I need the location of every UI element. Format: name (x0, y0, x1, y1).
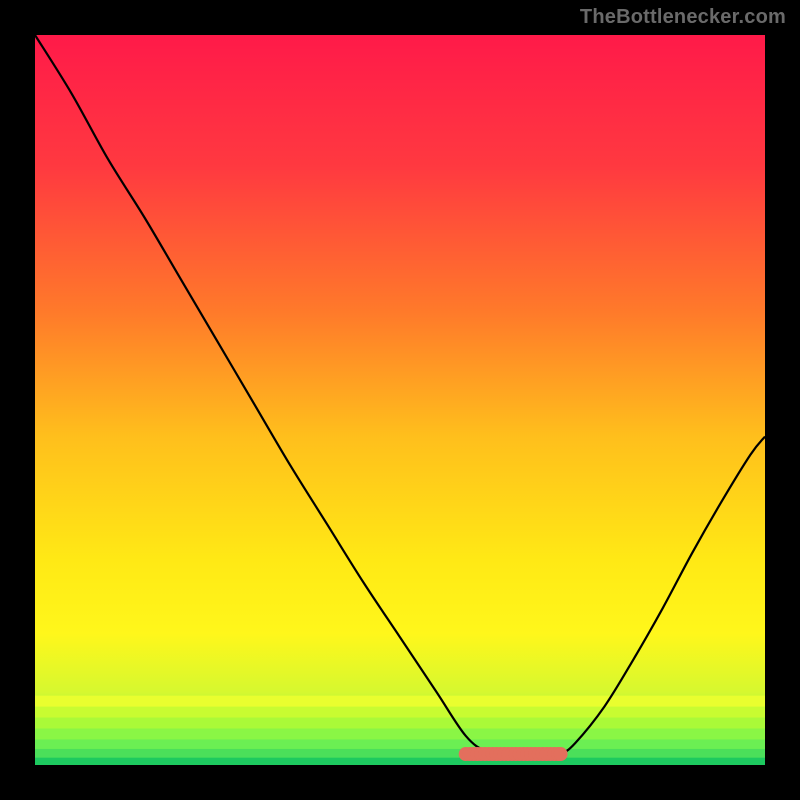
chart-svg (0, 0, 800, 800)
green-stripes (35, 696, 765, 766)
watermark-text: TheBottlenecker.com (580, 6, 786, 29)
plot-area (35, 35, 765, 766)
minimum-marker (459, 747, 568, 761)
chart-stage: { "watermark": { "text": "TheBottlenecke… (0, 0, 800, 800)
gradient-background (35, 35, 765, 765)
